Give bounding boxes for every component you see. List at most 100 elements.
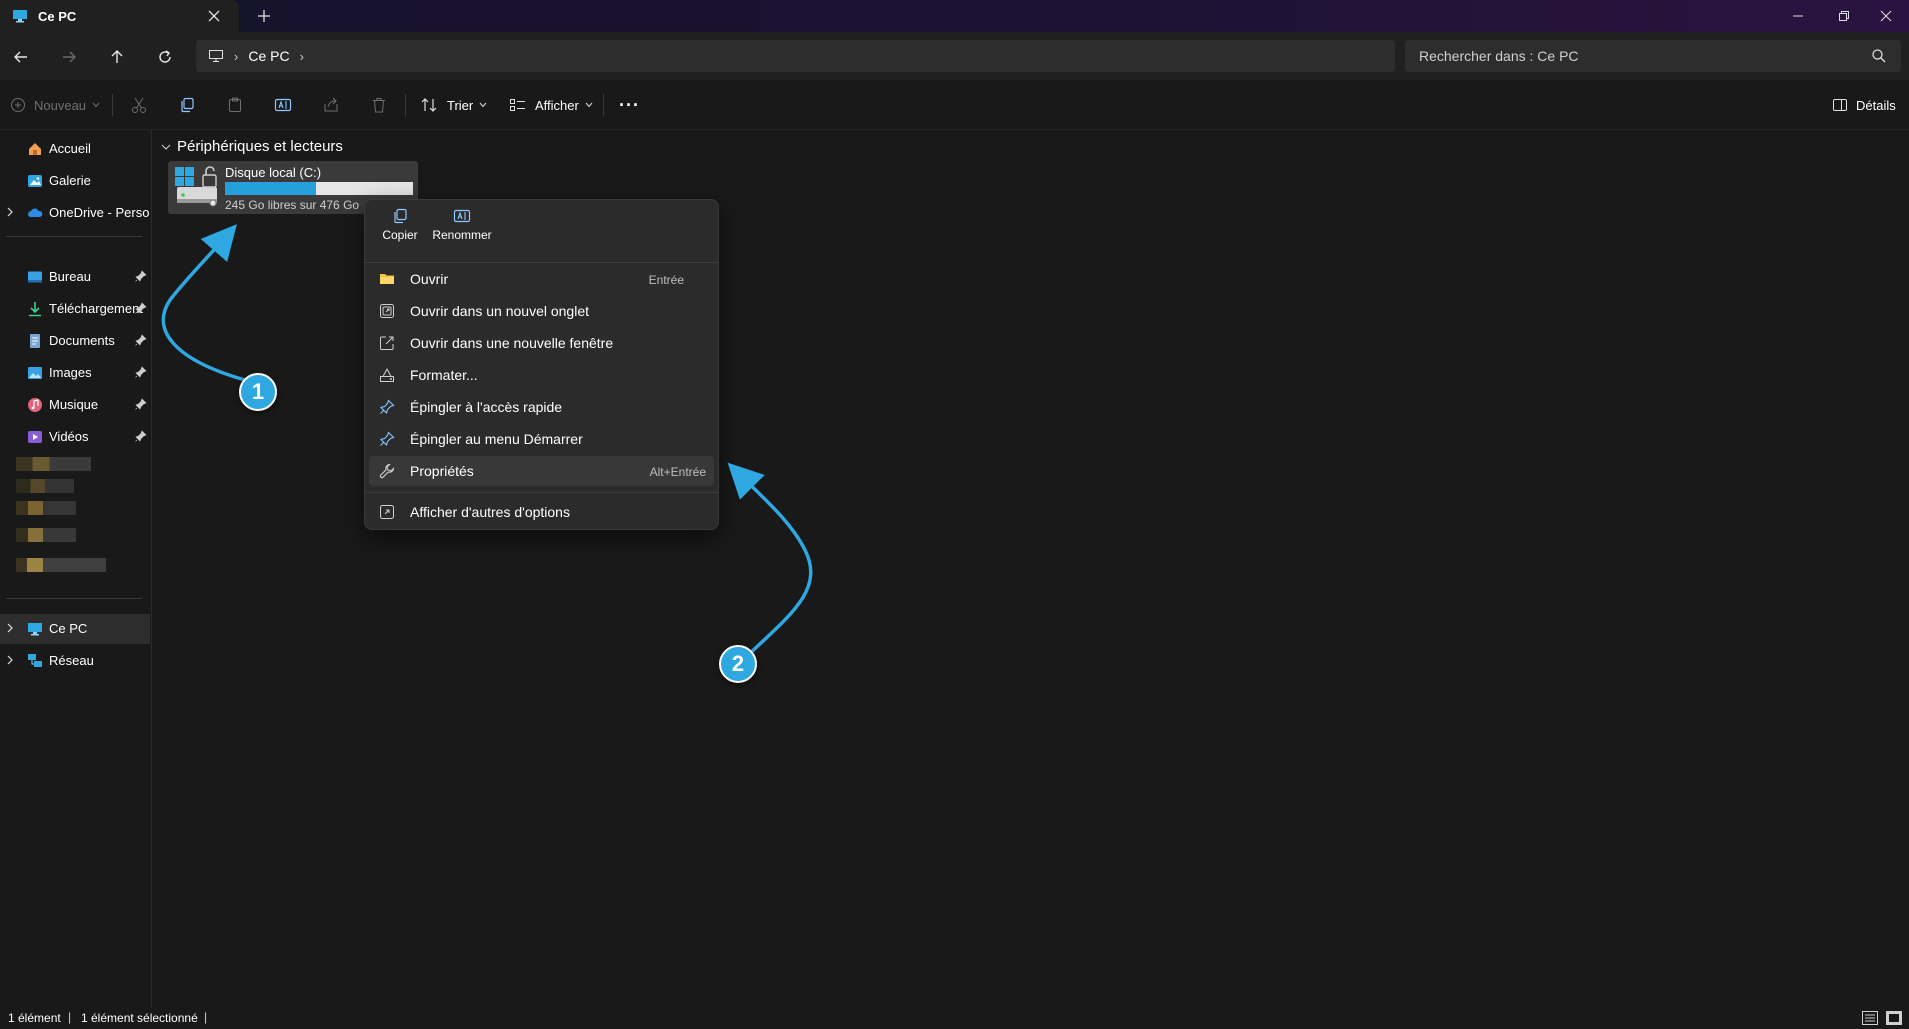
sidebar-item-label: Musique	[49, 397, 99, 412]
menu-item-ouvrir[interactable]: Ouvrir Entrée	[369, 264, 714, 294]
breadcrumb-ce-pc[interactable]: Ce PC	[248, 48, 289, 64]
sidebar-item-videos[interactable]: Vidéos	[0, 422, 150, 452]
sidebar-item-bureau[interactable]: Bureau	[0, 262, 150, 292]
menu-item-label: Épingler au menu Démarrer	[410, 431, 583, 447]
menu-item-label: Épingler à l'accès rapide	[410, 399, 563, 415]
context-copy-button[interactable]: Copier	[371, 208, 429, 254]
more-options-button[interactable]: ···	[619, 92, 640, 118]
context-rename-button[interactable]: Renommer	[427, 208, 497, 254]
status-bar: 1 élément | 1 élément sélectionné |	[0, 1008, 1909, 1029]
large-icons-view-icon[interactable]	[1886, 1011, 1902, 1025]
group-header-devices[interactable]: Périphériques et lecteurs	[161, 138, 343, 155]
toolbar-divider	[405, 94, 406, 116]
details-button[interactable]: Détails	[1832, 92, 1896, 118]
back-button[interactable]	[8, 44, 34, 70]
sidebar-item-ce-pc[interactable]: Ce PC	[0, 614, 150, 644]
share-icon	[324, 97, 338, 112]
menu-item-autres-options[interactable]: Afficher d'autres d'options	[369, 497, 714, 527]
toolbar-divider	[112, 94, 113, 116]
delete-button[interactable]	[370, 92, 388, 118]
rename-button[interactable]	[274, 92, 292, 118]
restore-icon	[1839, 11, 1849, 21]
item-count: 1 élément	[8, 1011, 61, 1025]
chevron-right-icon[interactable]	[6, 622, 14, 634]
share-button[interactable]	[322, 92, 340, 118]
pin-icon[interactable]	[135, 366, 147, 378]
sidebar-item-documents[interactable]: Documents	[0, 326, 150, 356]
sort-icon	[421, 98, 437, 112]
menu-item-proprietes[interactable]: Propriétés Alt+Entrée	[369, 456, 714, 486]
close-window-button[interactable]	[1863, 0, 1909, 32]
pin-icon[interactable]	[135, 302, 147, 314]
sidebar-item-images[interactable]: Images	[0, 358, 150, 388]
redacted-folder-item[interactable]	[16, 479, 74, 493]
drive-free-space: 245 Go libres sur 476 Go	[225, 198, 360, 212]
new-button-label: Nouveau	[34, 97, 87, 113]
cut-button[interactable]	[130, 92, 148, 118]
restore-button[interactable]	[1821, 0, 1867, 32]
pin-icon[interactable]	[135, 430, 147, 442]
monitor-icon	[209, 50, 223, 62]
menu-item-ouvrir-nouvel-onglet[interactable]: Ouvrir dans un nouvel onglet	[369, 296, 714, 326]
sidebar-item-label: OneDrive - Persona	[49, 205, 149, 220]
sidebar-item-musique[interactable]: Musique	[0, 390, 150, 420]
redacted-folder-item[interactable]	[16, 457, 91, 471]
refresh-button[interactable]	[152, 44, 178, 70]
new-button[interactable]: Nouveau	[10, 92, 100, 118]
details-view-icon[interactable]	[1862, 1011, 1878, 1025]
sidebar-item-label: Bureau	[49, 269, 91, 284]
videos-icon	[28, 431, 42, 443]
sidebar-item-onedrive[interactable]: OneDrive - Persona	[0, 198, 150, 228]
redacted-folder-item[interactable]	[16, 558, 106, 572]
breadcrumb-chevron-icon[interactable]: ›	[300, 49, 304, 64]
pin-icon[interactable]	[135, 334, 147, 346]
redacted-folder-item[interactable]	[16, 501, 76, 515]
sidebar-item-telechargement[interactable]: Téléchargement	[0, 294, 150, 324]
search-icon	[1872, 49, 1886, 63]
pc-icon	[13, 10, 27, 23]
menu-item-ouvrir-nouvelle-fenetre[interactable]: Ouvrir dans une nouvelle fenêtre	[369, 328, 714, 358]
sidebar-item-accueil[interactable]: Accueil	[0, 134, 150, 164]
sidebar-item-label: Téléchargement	[49, 301, 143, 316]
close-tab-icon[interactable]	[205, 7, 223, 25]
chevron-down-icon	[161, 144, 171, 150]
menu-item-epingler-acces-rapide[interactable]: Épingler à l'accès rapide	[369, 392, 714, 422]
sort-button[interactable]: Trier	[421, 92, 487, 118]
menu-item-formater[interactable]: Formater...	[369, 360, 714, 390]
chevron-right-icon[interactable]	[6, 206, 14, 218]
arrow-left-icon	[14, 51, 27, 63]
address-bar[interactable]: › Ce PC ›	[196, 40, 1395, 72]
hard-drive-icon	[175, 166, 217, 207]
sidebar-item-label: Vidéos	[49, 429, 89, 444]
new-tab-button[interactable]	[252, 6, 276, 26]
chevron-down-icon	[585, 102, 593, 108]
search-placeholder: Rechercher dans : Ce PC	[1419, 48, 1579, 64]
view-button[interactable]: Afficher	[509, 92, 593, 118]
status-separator: |	[68, 1010, 72, 1024]
menu-item-label: Ouvrir dans une nouvelle fenêtre	[410, 335, 614, 351]
redacted-folder-item[interactable]	[16, 528, 76, 542]
search-box[interactable]: Rechercher dans : Ce PC	[1405, 40, 1901, 72]
arrow-up-icon	[111, 50, 123, 63]
details-pane-icon	[1833, 99, 1847, 111]
pin-icon[interactable]	[135, 398, 147, 410]
drive-usage-bar	[225, 182, 413, 195]
up-button[interactable]	[104, 44, 130, 70]
sidebar-item-galerie[interactable]: Galerie	[0, 166, 150, 196]
menu-item-epingler-menu-demarrer[interactable]: Épingler au menu Démarrer	[369, 424, 714, 454]
paste-icon	[229, 97, 241, 112]
gallery-icon	[28, 175, 42, 187]
selection-count: 1 élément sélectionné	[81, 1011, 198, 1025]
chevron-right-icon[interactable]	[6, 654, 14, 666]
pin-icon[interactable]	[135, 270, 147, 282]
sidebar-item-reseau[interactable]: Réseau	[0, 646, 150, 676]
forward-button[interactable]	[56, 44, 82, 70]
plus-icon	[258, 10, 270, 22]
group-title: Périphériques et lecteurs	[177, 138, 343, 155]
rename-icon	[453, 209, 471, 223]
paste-button[interactable]	[226, 92, 244, 118]
minimize-button[interactable]	[1775, 0, 1821, 32]
copy-button[interactable]	[178, 92, 196, 118]
tab-ce-pc[interactable]: Ce PC	[0, 0, 239, 32]
copy-icon	[181, 97, 194, 113]
